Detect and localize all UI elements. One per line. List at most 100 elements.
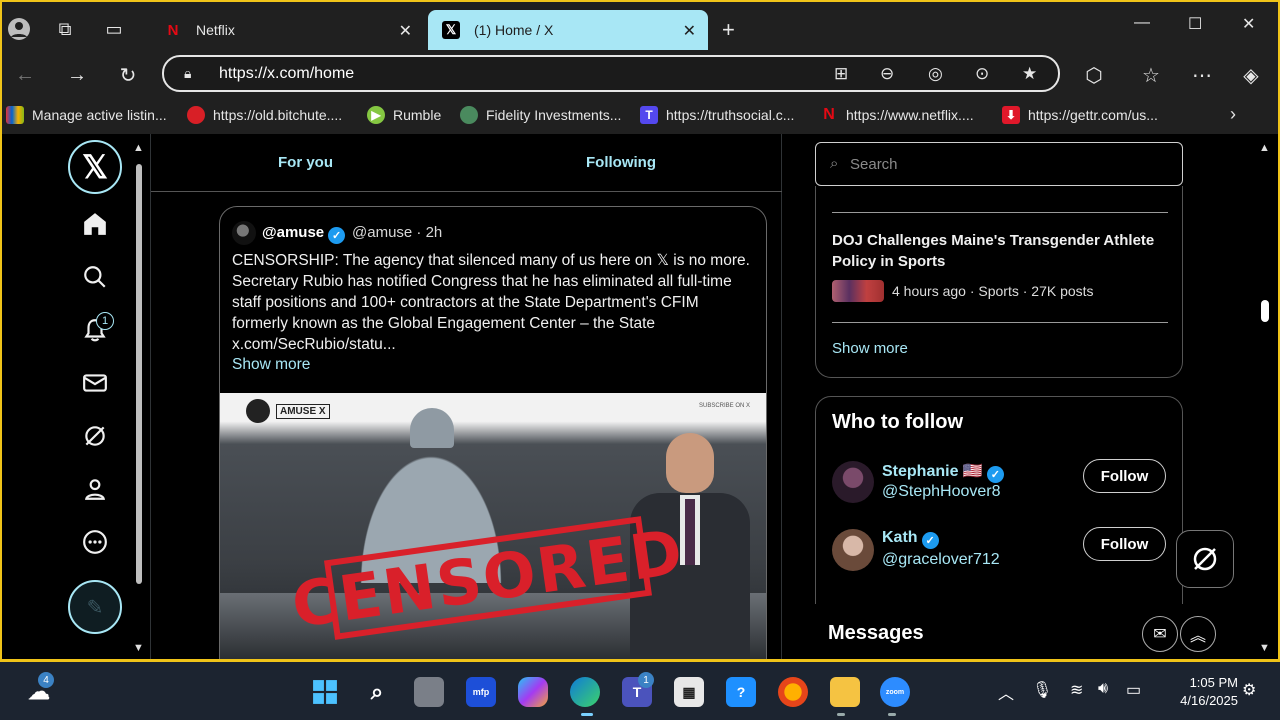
avatar[interactable] xyxy=(832,529,874,571)
grok-floating-button[interactable] xyxy=(1176,530,1234,588)
new-message-icon[interactable]: ✉ xyxy=(1142,616,1178,652)
show-hidden-icons-chevron-icon[interactable]: ︿ xyxy=(998,680,1014,704)
close-icon[interactable]: ✕ xyxy=(683,21,696,41)
tab-for-you[interactable]: For you xyxy=(278,154,333,171)
follow-suggestion[interactable]: Stephanie 🇺🇸 ✓ @StephHoover8 Follow xyxy=(832,459,1172,509)
bookmark-item[interactable]: Fidelity Investments... xyxy=(460,106,621,124)
tab-actions-icon[interactable]: ▭ xyxy=(99,14,129,44)
home-icon[interactable] xyxy=(80,209,110,239)
trend-meta: 4 hours ago · Sports · 27K posts xyxy=(832,280,1094,302)
bookmark-item[interactable]: Manage active listin... xyxy=(6,106,167,124)
expand-chevrons-icon[interactable]: ︽ xyxy=(1180,616,1216,652)
tab-x-home[interactable]: 𝕏 (1) Home / X ✕ xyxy=(428,10,708,50)
bookmark-item[interactable]: ⬇ https://gettr.com/us... xyxy=(1002,106,1158,124)
messages-drawer[interactable]: Messages ✉ ︽ xyxy=(810,604,1250,659)
copilot-app-icon[interactable] xyxy=(518,677,548,707)
profile-person-icon[interactable] xyxy=(80,474,110,504)
scroll-down-arrow-icon[interactable]: ▼ xyxy=(1259,642,1270,654)
zoom-app-icon[interactable]: zoom xyxy=(880,677,910,707)
gettr-icon: ⬇ xyxy=(1002,106,1020,124)
firefox-icon[interactable] xyxy=(778,677,808,707)
show-more-trends-link[interactable]: Show more xyxy=(832,340,908,357)
show-more-link[interactable]: Show more xyxy=(232,356,310,374)
minimize-button[interactable]: — xyxy=(1134,14,1150,32)
system-clock[interactable]: 1:05 PM 4/16/2025 xyxy=(1158,674,1238,710)
tab-title: (1) Home / X xyxy=(474,22,554,38)
tracking-prevention-icon[interactable]: ◎ xyxy=(928,64,943,84)
favorites-icon[interactable]: ☆ xyxy=(1136,60,1166,90)
tab-netflix[interactable]: N Netflix ✕ xyxy=(150,10,424,50)
follow-button[interactable]: Follow xyxy=(1083,527,1166,561)
running-app-indicator xyxy=(888,713,896,716)
forward-button[interactable]: → xyxy=(62,60,92,90)
close-icon[interactable]: ✕ xyxy=(399,21,412,41)
explore-search-icon[interactable] xyxy=(80,262,110,292)
tab-bar: ⧉ ▭ N Netflix ✕ 𝕏 (1) Home / X ✕ + — ☐ ✕ xyxy=(2,2,1278,54)
scrollbar-thumb[interactable] xyxy=(1261,300,1269,322)
bookmark-item[interactable]: T https://truthsocial.c... xyxy=(640,106,794,124)
get-help-icon[interactable]: ? xyxy=(726,677,756,707)
avatar[interactable] xyxy=(832,461,874,503)
follow-button[interactable]: Follow xyxy=(1083,459,1166,493)
suggestion-name[interactable]: Kath ✓ xyxy=(882,529,939,549)
favorite-star-icon[interactable]: ★ xyxy=(1022,64,1037,84)
tweet-card[interactable]: @amuse ✓ @amuse · 2h CENSORSHIP: The agen… xyxy=(219,206,767,659)
tab-following[interactable]: Following xyxy=(586,154,656,171)
grok-icon[interactable] xyxy=(80,421,110,451)
battery-icon[interactable]: ▭ xyxy=(1126,680,1141,700)
back-button[interactable]: ← xyxy=(10,60,40,90)
volume-icon[interactable]: 🔊︎ xyxy=(1098,680,1108,698)
trend-title[interactable]: DOJ Challenges Maine's Transgender Athle… xyxy=(832,230,1162,272)
copilot-icon[interactable]: ◈ xyxy=(1236,60,1266,90)
bookmark-item[interactable]: N https://www.netflix.... xyxy=(820,106,973,124)
x-logo-icon[interactable]: 𝕏 xyxy=(68,140,122,194)
left-scrollbar[interactable]: ▲ ▼ xyxy=(133,142,147,655)
trending-panel: DOJ Challenges Maine's Transgender Athle… xyxy=(815,186,1183,378)
app-available-icon[interactable]: ⊞ xyxy=(834,64,848,84)
myfitnesspal-app-icon[interactable]: mfp xyxy=(466,677,496,707)
refresh-button[interactable]: ↻ xyxy=(113,60,143,90)
tweet-media-image[interactable]: AMUSE X SUBSCRIBE ON X CENSORED xyxy=(220,393,766,659)
scroll-up-arrow-icon[interactable]: ▲ xyxy=(1259,142,1270,154)
bookmark-item[interactable]: ▶ Rumble xyxy=(367,106,441,124)
settings-menu-icon[interactable]: ⋯ xyxy=(1187,60,1217,90)
address-bar[interactable]: 🔒︎ https://x.com/home ⊞ ⊖ ◎ ⊙ ★ xyxy=(162,55,1060,92)
bookmark-item[interactable]: https://old.bitchute.... xyxy=(187,106,342,124)
search-input[interactable]: ⌕ Search xyxy=(815,142,1183,186)
wifi-icon[interactable]: ≋ xyxy=(1070,680,1083,700)
maximize-button[interactable]: ☐ xyxy=(1188,14,1202,34)
close-window-button[interactable]: ✕ xyxy=(1242,14,1255,34)
task-view-icon[interactable] xyxy=(414,677,444,707)
more-bookmarks-chevron-icon[interactable]: › xyxy=(1230,104,1236,125)
zoom-out-icon[interactable]: ⊖ xyxy=(880,64,894,84)
microphone-icon[interactable]: 🎙︎ xyxy=(1032,680,1052,700)
microsoft-store-icon[interactable]: ▦ xyxy=(674,677,704,707)
file-explorer-icon[interactable] xyxy=(830,677,860,707)
compose-post-button[interactable]: ✎ xyxy=(68,580,122,634)
settings-gear-icon[interactable]: ⚙ xyxy=(1242,680,1256,700)
tab-title: Netflix xyxy=(196,22,235,38)
more-options-icon[interactable]: ⊙ xyxy=(975,64,989,84)
navigation-bar: ← → ↻ 🔒︎ https://x.com/home ⊞ ⊖ ◎ ⊙ ★ ⬡ … xyxy=(2,54,1278,94)
workspaces-icon[interactable]: ⧉ xyxy=(50,14,80,44)
extensions-icon[interactable]: ⬡ xyxy=(1079,60,1109,90)
windows-taskbar: ☁ 4 ⌕ mfp T 1 ▦ ? zoom ︿ 🎙︎ ≋ 🔊︎ ▭ 1:05 … xyxy=(0,662,1280,720)
profile-icon[interactable] xyxy=(4,14,34,44)
edge-browser-icon[interactable] xyxy=(570,677,600,707)
windows-start-icon[interactable] xyxy=(310,677,340,707)
messages-mail-icon[interactable] xyxy=(80,368,110,398)
new-tab-button[interactable]: + xyxy=(722,17,735,43)
follow-suggestion[interactable]: Kath ✓ @gracelover712 Follow xyxy=(832,527,1172,577)
more-circle-icon[interactable] xyxy=(80,527,110,557)
scrollbar-thumb[interactable] xyxy=(136,164,142,584)
suggestion-name[interactable]: Stephanie 🇺🇸 ✓ xyxy=(882,461,1004,483)
search-placeholder: Search xyxy=(850,156,898,173)
scroll-up-arrow-icon[interactable]: ▲ xyxy=(133,142,144,154)
tweet-author-name[interactable]: @amuse ✓ xyxy=(262,224,346,244)
scroll-down-arrow-icon[interactable]: ▼ xyxy=(133,642,144,654)
avatar[interactable] xyxy=(232,221,256,245)
lock-icon[interactable]: 🔒︎ xyxy=(184,65,191,82)
right-scrollbar[interactable]: ▲ ▼ xyxy=(1258,142,1272,655)
active-app-indicator xyxy=(581,713,593,716)
search-icon[interactable]: ⌕ xyxy=(362,677,392,707)
